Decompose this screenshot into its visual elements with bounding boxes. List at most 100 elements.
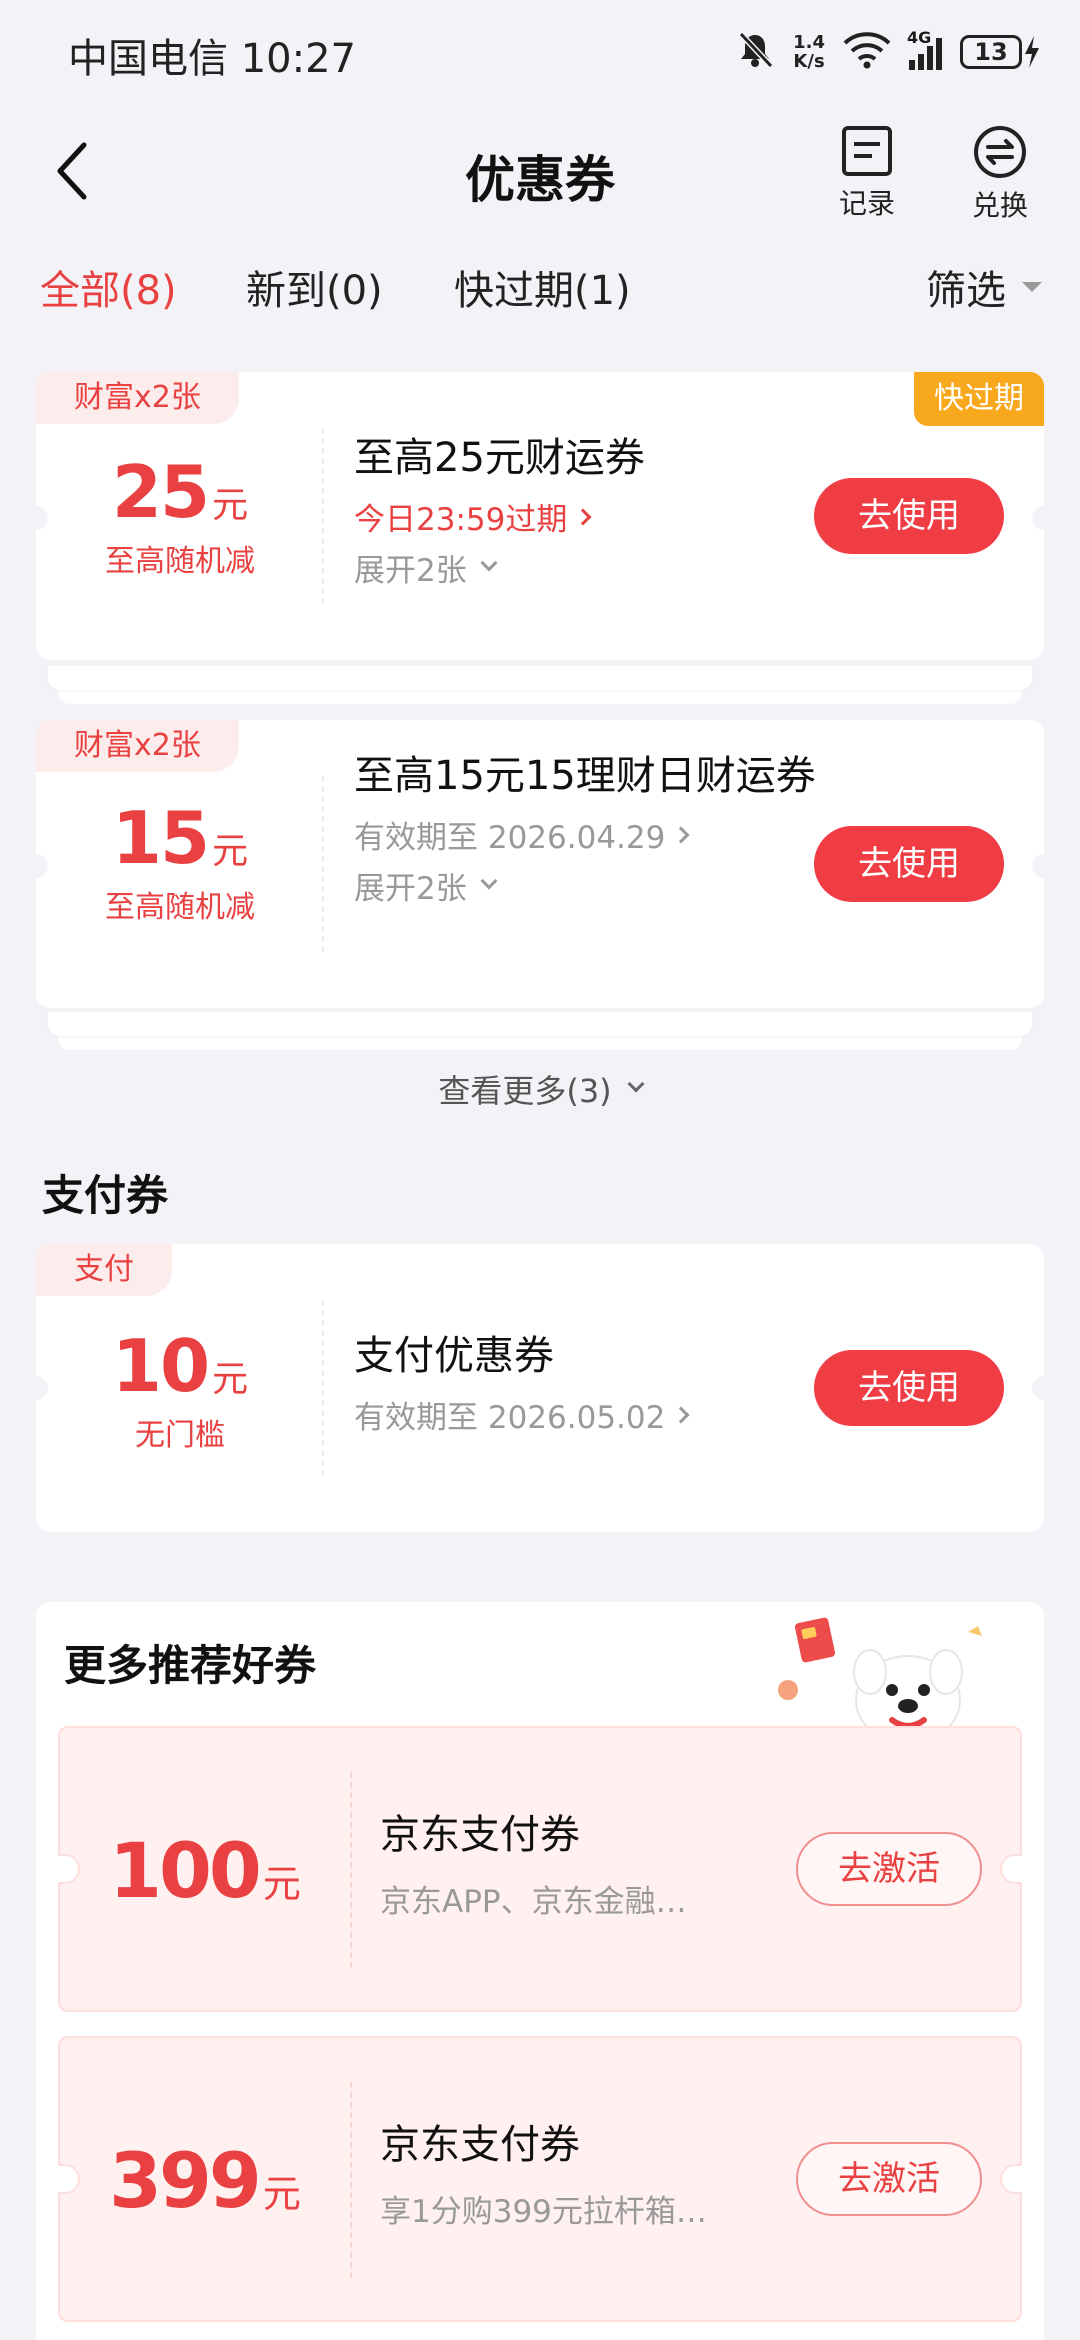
expand-toggle[interactable]: 展开2张	[354, 863, 824, 908]
card-notch	[1000, 1854, 1022, 1884]
coupon-tabs: 全部(8) 新到(0) 快过期(1) 筛选	[0, 258, 1080, 328]
records-icon	[842, 126, 892, 176]
records-label: 记录	[838, 187, 895, 220]
coupon-info: 至高25元财运券 今日23:59过期 展开2张	[354, 428, 824, 590]
wifi-icon	[843, 31, 891, 73]
coupon-card: 财富x2张 15 元 至高随机减 至高15元15理财日财运券 有效期至 2026.…	[24, 720, 1056, 1008]
coupon-amount: 399 元	[60, 2136, 350, 2225]
coupon-info: 京东支付券 京东APP、京东金融…	[380, 1802, 780, 1921]
chevron-right-icon	[672, 1406, 690, 1423]
mute-bell-icon	[735, 30, 775, 74]
network-speed: 1.4 K/s	[793, 33, 825, 71]
coupon-desc: 享1分购399元拉杆箱…	[380, 2194, 707, 2230]
exchange-icon	[974, 126, 1026, 178]
expand-text: 展开2张	[354, 871, 467, 907]
coupon-title: 支付优惠券	[354, 1333, 554, 1379]
amount-unit: 元	[262, 2172, 301, 2216]
section-title: 支付券	[42, 1171, 169, 1220]
amount-value: 100	[109, 1826, 262, 1915]
amount-value: 25	[111, 450, 210, 534]
recommend-title: 更多推荐好券	[64, 1641, 317, 1690]
coupon-page: 中国电信 10:27 1.4 K/s 4G 13 优惠券 记录 兑换 全部(8)…	[0, 0, 1080, 2340]
battery-level: 13	[960, 35, 1022, 69]
coupon-tag: 财富x2张	[36, 720, 239, 772]
validity-text: 有效期至 2026.04.29	[354, 820, 666, 856]
coupon-amount: 10 元 无门槛	[36, 1324, 324, 1454]
filter-label: 筛选	[926, 268, 1006, 314]
coupon-tag: 支付	[36, 1244, 172, 1296]
tab-expiring[interactable]: 快过期(1)	[454, 258, 631, 316]
recommend-coupon: 100 元 京东支付券 京东APP、京东金融… 去激活	[58, 1726, 1022, 2012]
page-title: 优惠券	[465, 151, 615, 209]
use-button[interactable]: 去使用	[814, 826, 1004, 902]
coupon-amount: 100 元	[60, 1826, 350, 1915]
coupon-card: 支付 10 元 无门槛 支付优惠券 有效期至 2026.05.02 去使用	[24, 1244, 1056, 1532]
dashed-divider	[322, 776, 324, 952]
speed-value: 1.4	[793, 32, 825, 53]
tab-all[interactable]: 全部(8)	[40, 258, 177, 316]
dashed-divider	[350, 2082, 352, 2278]
chevron-down-icon	[480, 872, 498, 889]
amount-condition: 无门槛	[135, 1418, 225, 1453]
coupon-title: 至高25元财运券	[354, 435, 645, 481]
filter-button[interactable]: 筛选	[926, 258, 1042, 316]
coupon-info: 京东支付券 享1分购399元拉杆箱…	[380, 2112, 780, 2231]
amount-value: 399	[109, 2136, 262, 2225]
amount-value: 15	[111, 796, 210, 880]
coupon-info: 至高15元15理财日财运券 有效期至 2026.04.29 展开2张	[354, 746, 824, 908]
dog-mascot-icon	[778, 1617, 982, 1740]
coupon-amount: 15 元 至高随机减	[36, 796, 324, 926]
records-button[interactable]: 记录	[817, 124, 917, 222]
coupon-validity[interactable]: 今日23:59过期	[354, 494, 824, 539]
dashed-divider	[322, 428, 324, 604]
use-button[interactable]: 去使用	[814, 478, 1004, 554]
coupon-title: 京东支付券	[380, 1812, 580, 1858]
amount-unit: 元	[212, 1359, 249, 1400]
exchange-button[interactable]: 兑换	[950, 124, 1050, 224]
amount-unit: 元	[212, 831, 249, 872]
see-more-button[interactable]: 查看更多(3)	[0, 1066, 1080, 1112]
chevron-down-icon	[480, 554, 498, 571]
coupon-card: 财富x2张 快过期 25 元 至高随机减 至高25元财运券 今日23:59过期 展…	[24, 372, 1056, 660]
coupon-desc: 京东APP、京东金融…	[380, 1884, 687, 1920]
chevron-right-icon	[672, 826, 690, 843]
exchange-label: 兑换	[971, 189, 1028, 222]
card-notch	[1000, 2164, 1022, 2194]
card-notch	[1032, 854, 1056, 878]
cell-signal-icon: 4G	[907, 28, 942, 70]
chevron-right-icon	[574, 508, 592, 525]
coupon-info: 支付优惠券 有效期至 2026.05.02	[354, 1326, 824, 1437]
amount-condition: 至高随机减	[105, 890, 255, 925]
network-type: 4G	[907, 28, 932, 47]
amount-value: 10	[111, 1324, 210, 1408]
stacked-coupon-shadow	[48, 666, 1032, 690]
coupon-validity[interactable]: 有效期至 2026.04.29	[354, 812, 824, 857]
battery-icon: 13	[960, 34, 1042, 70]
activate-button[interactable]: 去激活	[796, 2142, 982, 2216]
expiring-badge: 快过期	[914, 372, 1044, 426]
recommend-coupon: 399 元 京东支付券 享1分购399元拉杆箱… 去激活	[58, 2036, 1022, 2322]
dashed-divider	[350, 1772, 352, 1968]
amount-condition: 至高随机减	[105, 544, 255, 579]
coupon-amount: 25 元 至高随机减	[36, 450, 324, 580]
amount-unit: 元	[212, 485, 249, 526]
coupon-validity[interactable]: 有效期至 2026.05.02	[354, 1392, 824, 1437]
validity-text: 有效期至 2026.05.02	[354, 1400, 666, 1436]
amount-unit: 元	[262, 1862, 301, 1906]
use-button[interactable]: 去使用	[814, 1350, 1004, 1426]
coupon-title: 京东支付券	[380, 2122, 580, 2168]
chevron-down-icon	[627, 1075, 645, 1093]
coupon-tag: 财富x2张	[36, 372, 239, 424]
coupon-title: 至高15元15理财日财运券	[354, 753, 816, 799]
validity-text: 今日23:59过期	[354, 502, 568, 538]
expand-text: 展开2张	[354, 553, 467, 589]
tab-new[interactable]: 新到(0)	[246, 258, 383, 316]
stacked-coupon-shadow	[48, 1012, 1032, 1036]
see-more-label: 查看更多(3)	[438, 1072, 612, 1110]
expand-toggle[interactable]: 展开2张	[354, 545, 824, 590]
card-notch	[1032, 1376, 1056, 1400]
speed-unit: K/s	[793, 51, 825, 72]
dashed-divider	[322, 1300, 324, 1476]
activate-button[interactable]: 去激活	[796, 1832, 982, 1906]
card-notch	[1032, 506, 1056, 530]
